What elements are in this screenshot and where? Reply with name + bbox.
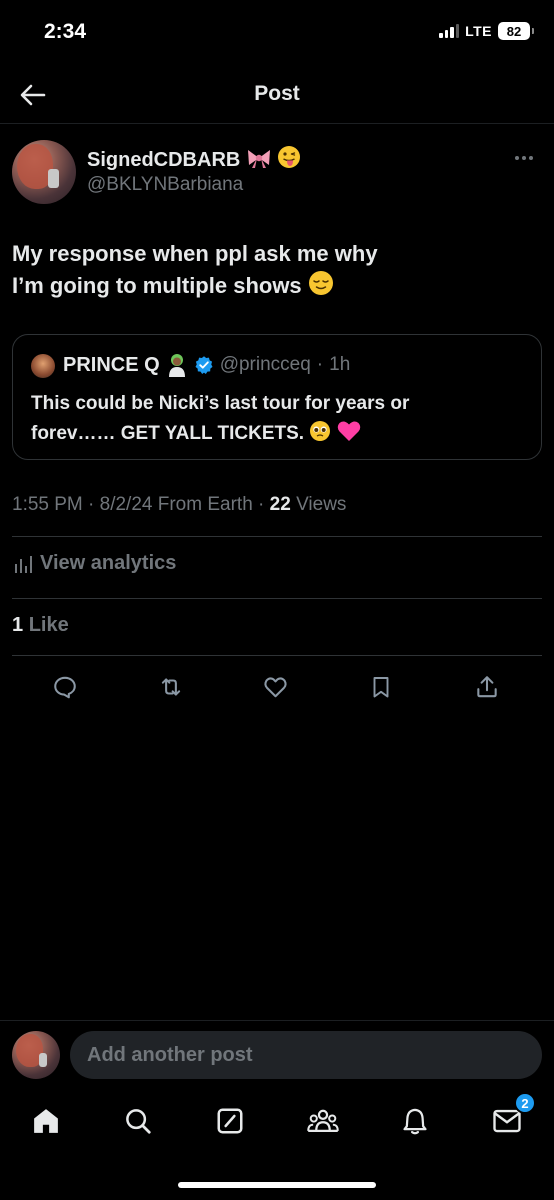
- quoted-post[interactable]: PRINCE Q @princceq · 1h This could be Ni…: [12, 334, 542, 460]
- share-icon: [477, 676, 497, 698]
- tab-home[interactable]: [29, 1104, 63, 1138]
- signal-icon: [439, 24, 460, 38]
- quote-avatar: [31, 354, 55, 378]
- bookmark-button[interactable]: [364, 670, 398, 704]
- network-type: LTE: [465, 23, 492, 39]
- relieved-emoji-icon: [308, 271, 333, 295]
- reply-input-placeholder: Add another post: [87, 1043, 253, 1066]
- author-handle[interactable]: @BKLYNBarbiana: [87, 174, 243, 196]
- post-meta: 1:55 PM · 8/2/24 From Earth · 22 Views: [12, 494, 346, 516]
- compose-avatar[interactable]: [12, 1031, 60, 1079]
- quote-text-line2: forev…… GET YALL TICKETS.: [31, 423, 305, 444]
- battery-icon: 82: [498, 22, 534, 40]
- more-icon: [515, 156, 519, 160]
- status-time: 2:34: [44, 20, 87, 43]
- nav-header: Post: [0, 66, 554, 124]
- author-name-row[interactable]: SignedCDBARB: [87, 145, 301, 172]
- post-text: My response when ppl ask me why I’m goin…: [12, 238, 532, 302]
- like-button[interactable]: [258, 670, 292, 704]
- repost-icon: [161, 678, 181, 696]
- home-indicator: [178, 1182, 376, 1188]
- view-analytics-button[interactable]: View analytics: [14, 552, 176, 575]
- post-text-line2: I’m going to multiple shows: [12, 273, 302, 298]
- messages-badge: 2: [514, 1092, 536, 1114]
- divider: [12, 598, 542, 599]
- quote-text: This could be Nicki’s last tour for year…: [31, 389, 531, 449]
- action-bar: [0, 670, 554, 704]
- author-avatar[interactable]: [12, 140, 76, 204]
- tab-notifications[interactable]: [398, 1104, 432, 1138]
- divider: [12, 536, 542, 537]
- bookmark-icon: [373, 677, 389, 698]
- quote-text-line1: This could be Nicki’s last tour for year…: [31, 393, 410, 414]
- home-icon: [34, 1109, 58, 1133]
- battery-level: 82: [506, 23, 522, 39]
- ribbon-emoji-icon: [247, 150, 270, 168]
- quote-header: PRINCE Q @princceq · 1h: [63, 353, 351, 377]
- reply-button[interactable]: [48, 670, 82, 704]
- likes-count: 1: [12, 614, 24, 636]
- timestamp: 1:55 PM · 8/2/24 From Earth ·: [12, 494, 265, 515]
- more-button[interactable]: [508, 148, 540, 168]
- like-icon: [263, 677, 287, 698]
- author-name: SignedCDBARB: [87, 149, 241, 171]
- compose-bar: Add another post: [0, 1020, 554, 1090]
- tab-communities[interactable]: [306, 1104, 340, 1138]
- tab-search[interactable]: [121, 1104, 155, 1138]
- verified-icon: [195, 356, 213, 374]
- page-title: Post: [254, 82, 300, 105]
- search-icon: [126, 1109, 151, 1134]
- notifications-icon: [403, 1108, 427, 1135]
- view-analytics-label: View analytics: [40, 552, 177, 574]
- analytics-icon: [15, 555, 32, 573]
- quote-time: 1h: [329, 354, 351, 375]
- share-button[interactable]: [470, 670, 504, 704]
- communities-icon: [307, 1109, 339, 1132]
- reply-icon: [54, 676, 76, 699]
- tab-messages[interactable]: 2: [490, 1092, 536, 1138]
- person-emoji-icon: [168, 354, 185, 377]
- status-indicators: LTE 82: [439, 22, 534, 40]
- bottom-tab-bar: 2: [0, 1090, 554, 1200]
- views-count: 22: [269, 494, 291, 515]
- divider: [12, 655, 542, 656]
- reply-input[interactable]: Add another post: [70, 1031, 542, 1079]
- repost-button[interactable]: [154, 670, 188, 704]
- quote-handle: @princceq: [219, 354, 311, 375]
- likes-label: Like: [28, 614, 69, 636]
- pleading-emoji-icon: [310, 421, 331, 441]
- tongue-emoji-icon: [278, 146, 301, 168]
- likes-count-row[interactable]: 1 Like: [12, 614, 69, 637]
- grok-icon: [217, 1108, 243, 1134]
- status-bar: 2:34 LTE 82: [0, 0, 554, 66]
- post-text-line1: My response when ppl ask me why: [12, 241, 378, 266]
- pink-heart-emoji-icon: [337, 421, 360, 441]
- quote-author-name: PRINCE Q: [63, 353, 160, 376]
- tab-grok[interactable]: [213, 1104, 247, 1138]
- views-label: Views: [296, 494, 347, 515]
